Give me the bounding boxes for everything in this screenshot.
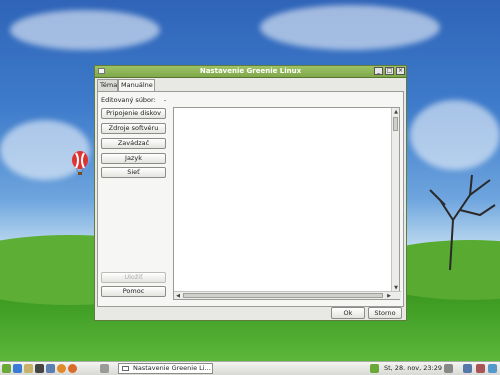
horizontal-scroll-thumb[interactable]	[183, 293, 383, 298]
tree-icon	[429, 174, 496, 270]
terminal-icon[interactable]	[35, 364, 44, 373]
browser-icon[interactable]	[68, 364, 77, 373]
show-desktop-icon[interactable]	[13, 364, 22, 373]
file-manager-icon[interactable]	[24, 364, 33, 373]
clock[interactable]: St, 28. nov, 23:29	[384, 364, 442, 372]
workspace-switcher-icon[interactable]	[100, 364, 109, 373]
balloon-icon	[72, 151, 88, 175]
cancel-button[interactable]: Storno	[368, 307, 402, 319]
power-icon[interactable]	[488, 364, 497, 373]
window-title: Nastavenie Greenie Linux	[199, 67, 302, 75]
scroll-right-icon[interactable]: ▶	[385, 292, 393, 300]
tab-tema[interactable]: Téma	[97, 79, 118, 91]
manual-editor[interactable]: ▲ ▼ ◀ ▶	[173, 107, 401, 300]
vertical-scroll-thumb[interactable]	[393, 117, 398, 131]
wallpaper-cloud	[10, 10, 160, 50]
firefox-icon[interactable]	[57, 364, 66, 373]
ok-button[interactable]: Ok	[331, 307, 365, 319]
network-tray-icon[interactable]	[370, 364, 379, 373]
vertical-scrollbar[interactable]: ▲ ▼	[391, 108, 399, 292]
volume-icon[interactable]	[444, 364, 453, 373]
edited-file-value: -	[163, 96, 167, 104]
taskbar-window-label: Nastavenie Greenie Li...	[133, 364, 211, 372]
maximize-icon[interactable]: □	[385, 67, 394, 75]
bootloader-button[interactable]: Zavádzač	[101, 138, 166, 149]
scroll-up-icon[interactable]: ▲	[392, 108, 400, 116]
edited-file-row: Editovaný súbor: -	[101, 96, 166, 104]
window-icon	[122, 366, 129, 371]
logout-icon[interactable]	[476, 364, 485, 373]
start-menu-icon[interactable]	[2, 364, 11, 373]
language-button[interactable]: Jazyk	[101, 153, 166, 164]
taskbar: Nastavenie Greenie Li... St, 28. nov, 23…	[0, 361, 500, 375]
mail-icon[interactable]	[46, 364, 55, 373]
close-icon[interactable]: ×	[396, 67, 405, 75]
battery-icon[interactable]	[463, 364, 472, 373]
scroll-left-icon[interactable]: ◀	[174, 292, 182, 300]
taskbar-window-button[interactable]: Nastavenie Greenie Li...	[118, 363, 213, 374]
wallpaper-cloud	[260, 5, 440, 50]
horizontal-scrollbar[interactable]: ◀ ▶	[174, 291, 401, 299]
software-sources-button[interactable]: Zdroje softvéru	[101, 123, 166, 134]
window-titlebar[interactable]: Nastavenie Greenie Linux _ □ ×	[95, 66, 406, 78]
edited-file-label: Editovaný súbor:	[101, 96, 156, 104]
save-button[interactable]: Uložiť	[101, 272, 166, 283]
help-button[interactable]: Pomoc	[101, 286, 166, 297]
settings-window: Nastavenie Greenie Linux _ □ × Téma Manu…	[94, 65, 407, 321]
network-button[interactable]: Sieť	[101, 167, 166, 178]
tab-panel-manualne: Editovaný súbor: - Pripojenie diskov Zdr…	[97, 91, 404, 307]
mount-disks-button[interactable]: Pripojenie diskov	[101, 108, 166, 119]
minimize-icon[interactable]: _	[374, 67, 383, 75]
